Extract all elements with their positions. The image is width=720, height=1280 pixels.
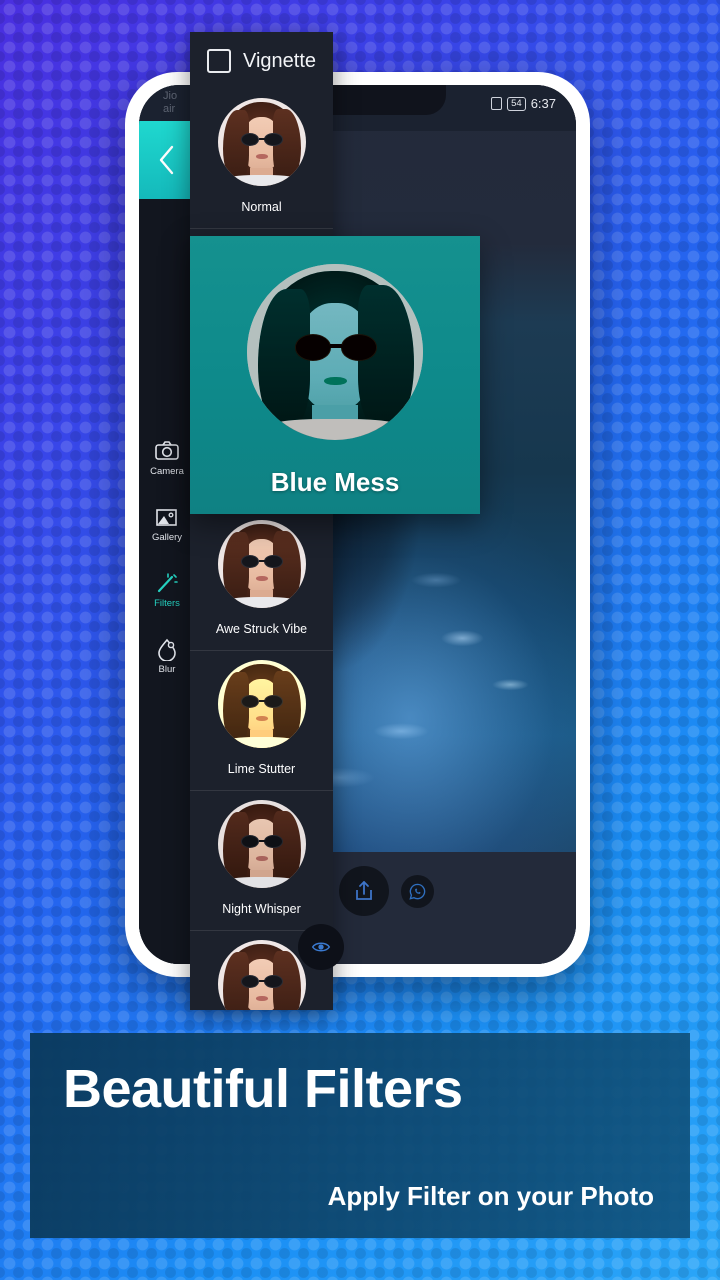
chevron-left-icon [159,145,174,175]
filter-thumbnail [217,98,306,186]
share-button[interactable] [339,866,389,916]
action-button-group [339,866,434,916]
filter-name: Lime Stutter [227,762,296,776]
portrait-avatar [217,660,306,748]
preview-thumbnail [247,264,423,440]
signal-icon [491,97,503,110]
tool-camera[interactable]: Camera [139,439,195,477]
preview-filter-name: Blue Mess [270,467,400,497]
filter-list-item[interactable]: Night Whisper [190,791,333,930]
back-button[interactable] [139,121,195,199]
filter-thumbnail [217,940,306,1010]
whatsapp-button[interactable] [401,874,434,908]
filter-thumbnail [217,520,306,608]
filter-panel[interactable]: Vignette Normal Awe Struck Vibe Lime Stu… [190,32,333,1010]
banner-subtitle: Apply Filter on your Photo [327,1181,654,1211]
filter-name: Awe Struck Vibe [215,622,308,636]
portrait-avatar [247,264,423,440]
magic-wand-icon [157,573,178,593]
filter-name: Night Whisper [222,902,301,916]
vignette-toggle-row[interactable]: Vignette [190,32,333,89]
status-bar: 54 6:37 [491,96,556,111]
eye-icon [311,942,331,952]
filter-name: Normal [241,200,282,214]
vignette-label: Vignette [243,49,317,72]
blur-drop-icon [158,638,176,661]
tool-filters[interactable]: Filters [139,571,195,609]
tool-blur-label: Blur [158,664,176,675]
filter-list-item[interactable]: Normal [190,89,333,228]
vignette-checkbox[interactable] [207,49,231,73]
portrait-avatar [217,98,306,186]
filter-list-item[interactable]: Lime Stutter [190,651,333,790]
promo-banner: Beautiful Filters Apply Filter on your P… [30,1033,690,1238]
tool-gallery-label: Gallery [151,532,183,543]
portrait-avatar [217,520,306,608]
filter-thumbnail [217,660,306,748]
camera-icon [155,441,179,460]
filter-thumbnail [217,800,306,888]
tool-gallery[interactable]: Gallery [139,505,195,543]
banner-title: Beautiful Filters [63,1059,463,1119]
tool-blur[interactable]: Blur [139,637,195,675]
tool-camera-label: Camera [150,466,184,477]
whatsapp-icon [409,883,426,900]
preview-eye-button[interactable] [298,924,344,970]
gallery-icon [156,509,177,526]
clock: 6:37 [530,96,556,111]
portrait-avatar [217,940,306,1010]
tool-filters-label: Filters [154,598,180,609]
tool-rail: Camera Gallery Filters Blur [139,199,195,964]
filter-list-item[interactable]: Awe Struck Vibe [190,511,333,650]
battery-level: 54 [507,96,526,111]
share-icon [356,881,372,900]
portrait-avatar [217,800,306,888]
selected-filter-preview-card[interactable]: Blue Mess [190,236,480,514]
